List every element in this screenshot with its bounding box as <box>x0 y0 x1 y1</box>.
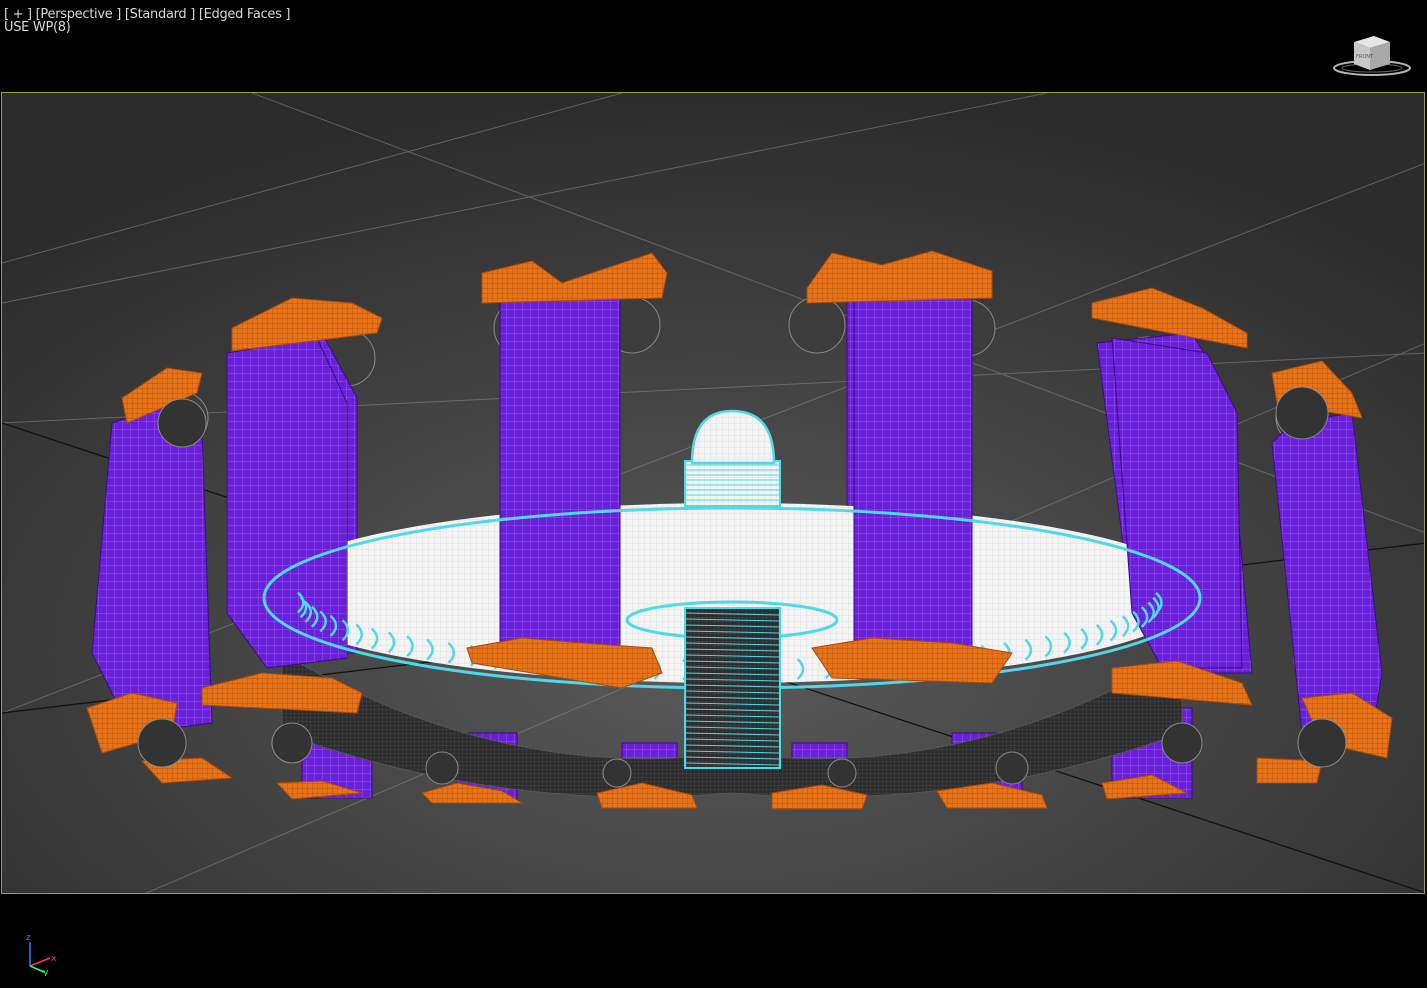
axis-z-label: z <box>26 933 31 943</box>
viewport-footer: z x y <box>0 895 1427 988</box>
display-mode-button[interactable]: [Edged Faces ] <box>199 7 291 22</box>
viewcube-face-label: FRONT <box>1356 54 1374 60</box>
shading-mode-button[interactable]: [Standard ] <box>125 7 195 22</box>
axis-y-label: y <box>43 968 49 976</box>
3d-scene <box>2 93 1424 893</box>
axis-x-label: x <box>51 954 57 964</box>
viewport-subtitle: USE WP(8) <box>4 20 71 35</box>
perspective-viewport[interactable] <box>1 92 1425 894</box>
viewcube-icon[interactable]: FRONT <box>1330 30 1415 80</box>
viewport-header: [ + ] [Perspective ] [Standard ] [Edged … <box>0 0 1427 92</box>
axis-tripod-icon: z x y <box>26 933 57 976</box>
